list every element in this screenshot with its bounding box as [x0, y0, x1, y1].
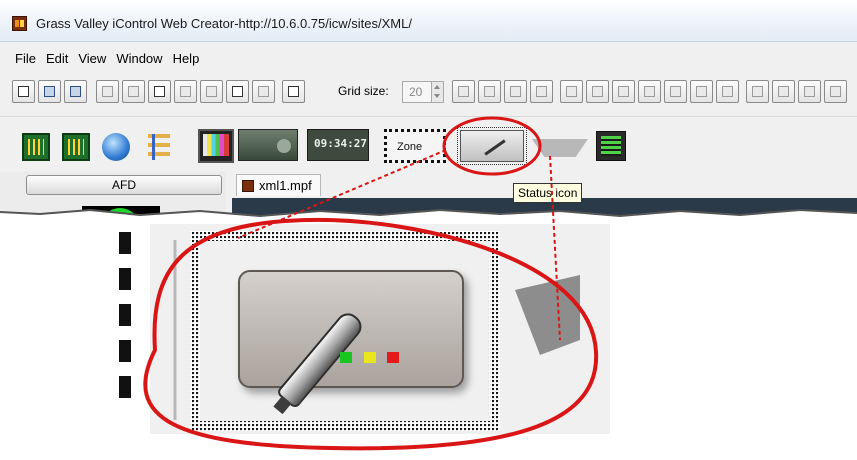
yellow-led-icon — [364, 352, 376, 363]
level-meter-icon[interactable] — [596, 131, 626, 161]
copy-icon[interactable] — [122, 80, 145, 103]
align-middle-icon[interactable] — [664, 80, 687, 103]
clock-time: 09:34:27 — [314, 137, 367, 150]
status-icon-tooltip: Status icon — [513, 183, 583, 203]
select-pointer-icon[interactable] — [226, 80, 249, 103]
menu-bar: File Edit View Window Help — [0, 48, 199, 70]
green-led-icon — [340, 352, 352, 363]
align-center-icon[interactable] — [586, 80, 609, 103]
color-bars-monitor-icon[interactable] — [198, 129, 234, 163]
align-bottom-icon[interactable] — [690, 80, 713, 103]
zoomed-status-icon — [238, 270, 464, 410]
ungroup-icon[interactable] — [530, 80, 553, 103]
circuit-board-status-icon[interactable] — [62, 133, 90, 161]
menu-help[interactable]: Help — [173, 48, 200, 70]
status-icon-button[interactable] — [457, 127, 527, 165]
distribute-vertical-icon[interactable] — [746, 80, 769, 103]
open-folder-icon[interactable] — [38, 80, 61, 103]
grid-toggle-icon[interactable] — [282, 80, 305, 103]
new-file-icon[interactable] — [12, 80, 35, 103]
align-right-icon[interactable] — [612, 80, 635, 103]
globe-icon[interactable] — [102, 133, 130, 161]
red-led-icon — [387, 352, 399, 363]
document-file-icon — [242, 180, 254, 192]
redo-icon[interactable] — [200, 80, 223, 103]
menu-view[interactable]: View — [78, 48, 106, 70]
paste-icon[interactable] — [148, 80, 171, 103]
flip-horizontal-icon[interactable] — [772, 80, 795, 103]
undo-icon[interactable] — [174, 80, 197, 103]
component-toolbar: 09:34:27 Zone — [0, 116, 857, 172]
align-top-icon[interactable] — [638, 80, 661, 103]
document-tab-label: xml1.mpf — [259, 178, 312, 193]
cut-icon[interactable] — [96, 80, 119, 103]
grid-size-stepper[interactable]: 20 — [402, 81, 444, 103]
save-icon[interactable] — [64, 80, 87, 103]
bring-front-icon[interactable] — [452, 80, 475, 103]
menu-window[interactable]: Window — [116, 48, 162, 70]
afd-button[interactable]: AFD — [26, 175, 222, 195]
hardware-device-icon[interactable] — [238, 129, 298, 161]
window-title: Grass Valley iControl Web Creator-http:/… — [36, 16, 412, 31]
circuit-board-link-icon[interactable] — [22, 133, 50, 161]
spinner-arrows-icon[interactable] — [431, 82, 443, 102]
menu-edit[interactable]: Edit — [46, 48, 68, 70]
rotate-icon[interactable] — [824, 80, 847, 103]
menu-file[interactable]: File — [15, 48, 36, 70]
eyedropper-icon[interactable] — [252, 80, 275, 103]
edit-toolbar: Grid size: 20 — [12, 80, 857, 106]
distribute-horizontal-icon[interactable] — [716, 80, 739, 103]
grass-valley-app-icon — [12, 16, 27, 31]
grid-size-label: Grid size: — [338, 84, 389, 98]
zone-component[interactable]: Zone — [384, 129, 446, 163]
tree-view-icon[interactable] — [148, 134, 170, 160]
app-window: Grass Valley iControl Web Creator-http:/… — [0, 0, 857, 220]
align-left-icon[interactable] — [560, 80, 583, 103]
flip-vertical-icon[interactable] — [798, 80, 821, 103]
title-bar: Grass Valley iControl Web Creator-http:/… — [0, 0, 857, 42]
grid-size-value: 20 — [409, 85, 423, 99]
document-tab[interactable]: xml1.mpf — [236, 174, 321, 196]
group-icon[interactable] — [504, 80, 527, 103]
send-back-icon[interactable] — [478, 80, 501, 103]
zone-label: Zone — [397, 141, 423, 153]
clock-component[interactable]: 09:34:27 — [307, 129, 369, 161]
